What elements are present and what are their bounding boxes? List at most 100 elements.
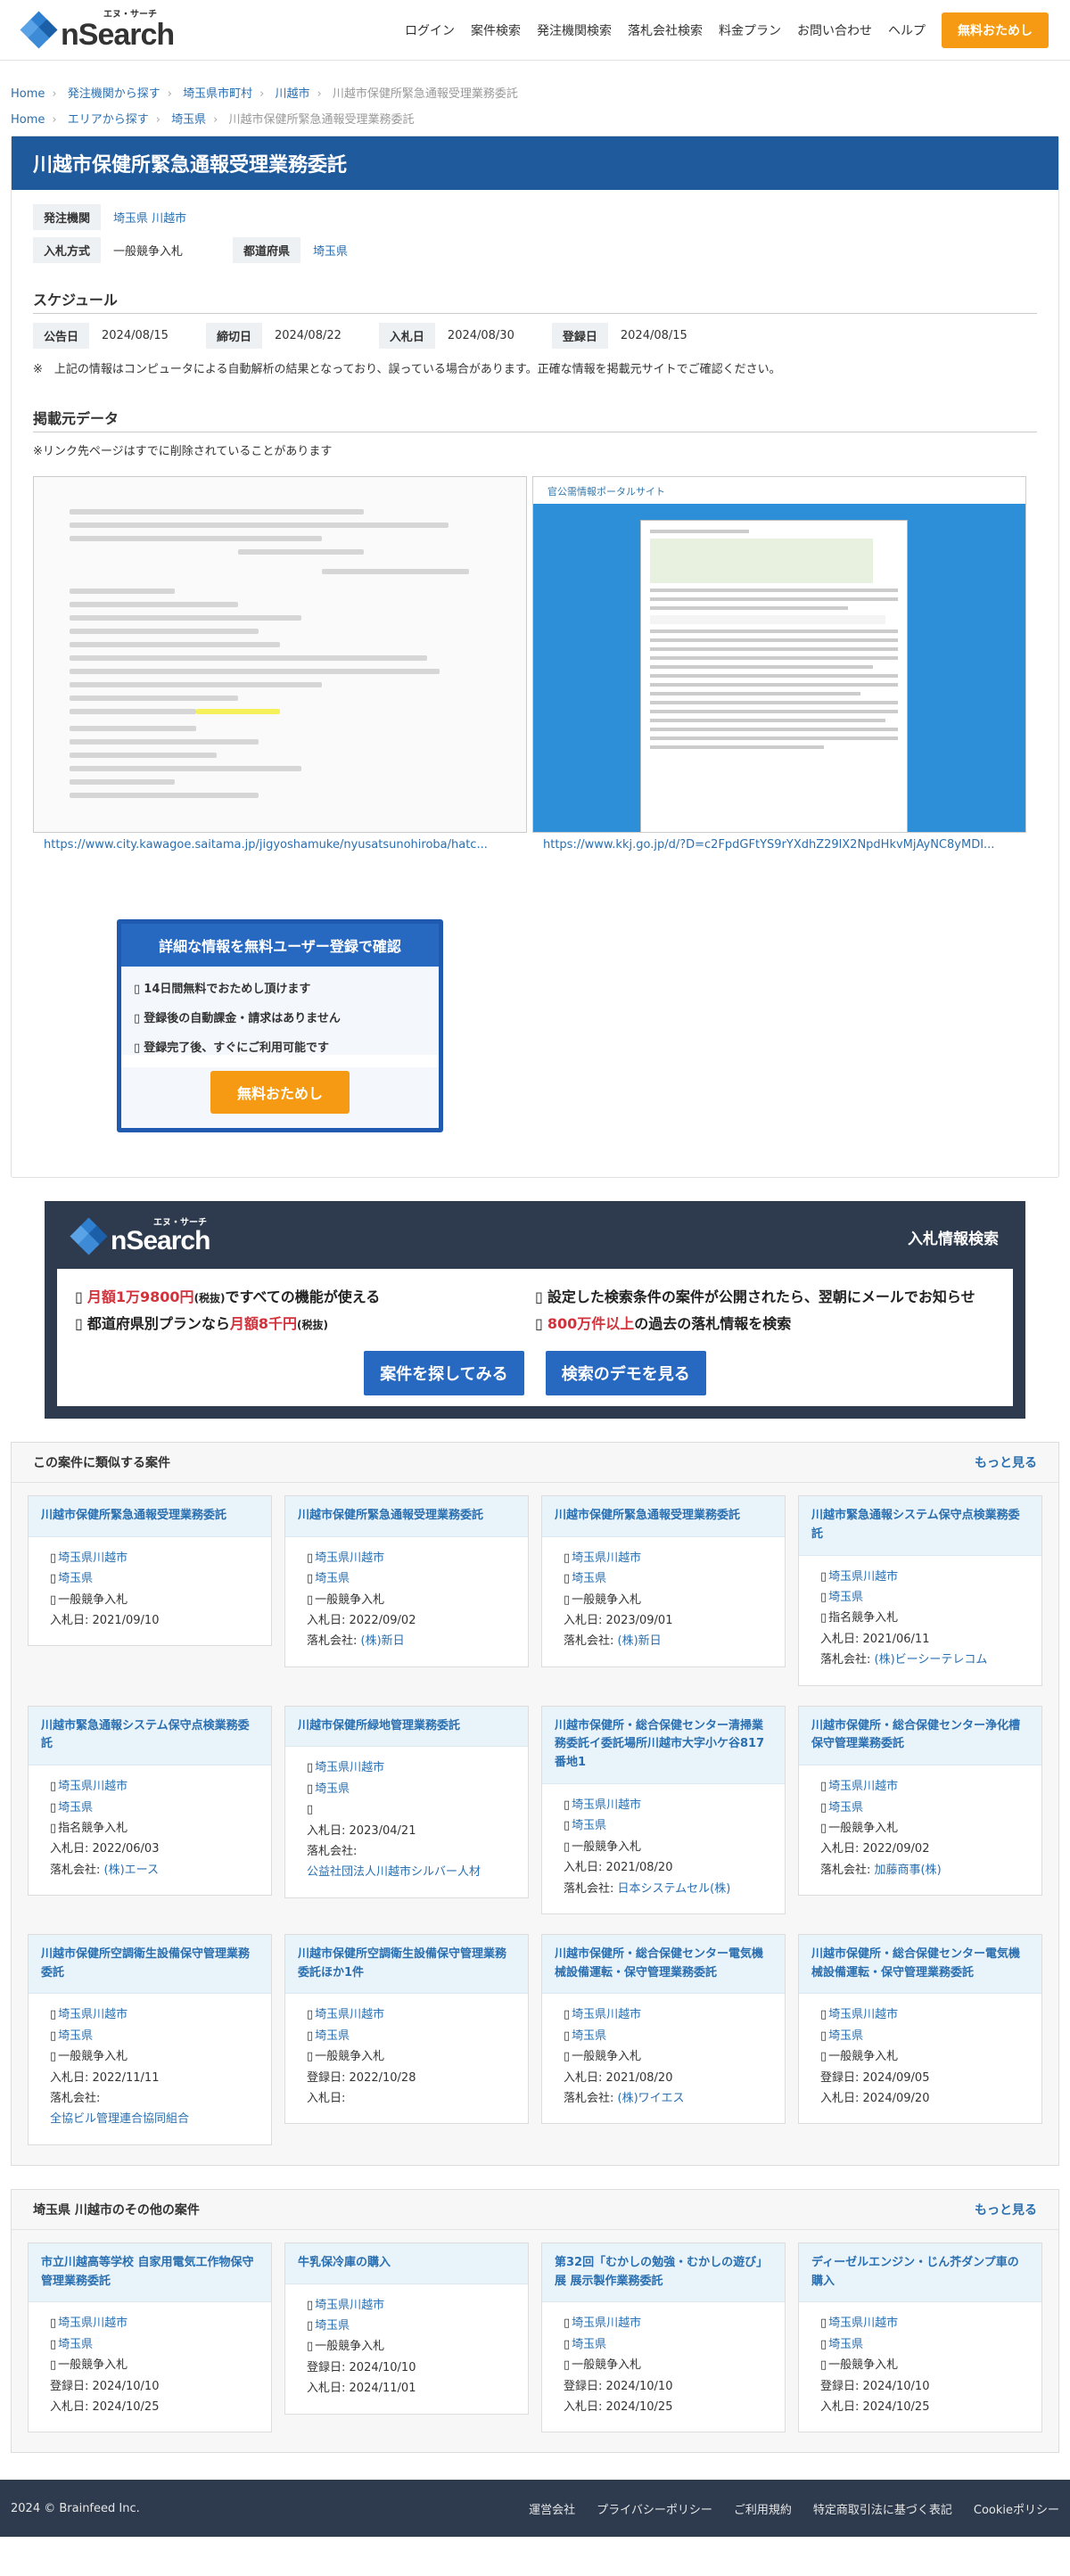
project-card[interactable]: 川越市保健所・総合保健センター電気機械設備運転・保守管理業務委託埼玉県川越市埼玉…: [798, 1933, 1042, 2125]
nav-project-search[interactable]: 案件検索: [471, 21, 521, 39]
nav-pricing[interactable]: 料金プラン: [719, 21, 781, 39]
breadcrumb-home[interactable]: Home: [11, 113, 45, 127]
winner-link[interactable]: 公益社団法人川越市シルバー人材: [307, 1865, 481, 1879]
signup-free-trial-button[interactable]: 無料おためし: [210, 1071, 350, 1114]
footer-cookie-link[interactable]: Cookieポリシー: [974, 2500, 1059, 2517]
city-link[interactable]: 埼玉県川越市: [572, 2008, 641, 2021]
pref-link[interactable]: 埼玉県: [315, 2319, 350, 2333]
winner-link[interactable]: (株)ビーシーテレコム: [875, 1653, 988, 1667]
orderer-city-link[interactable]: 川越市: [152, 209, 186, 226]
project-card[interactable]: 川越市保健所緑地管理業務委託埼玉県川越市埼玉県入札日: 2023/04/21落札…: [284, 1705, 529, 1898]
document-preview-image[interactable]: [33, 476, 527, 833]
similar-more-link[interactable]: もっと見る: [975, 1453, 1037, 1471]
footer-privacy-link[interactable]: プライバシーポリシー: [597, 2500, 712, 2517]
project-card[interactable]: 川越市保健所空調衛生設備保守管理業務委託埼玉県川越市埼玉県一般競争入札入札日: …: [28, 1933, 272, 2145]
pref-link[interactable]: 埼玉県: [315, 1572, 350, 1585]
city-link[interactable]: 埼玉県川越市: [315, 1551, 384, 1565]
find-projects-button[interactable]: 案件を探してみる: [364, 1351, 524, 1395]
website-preview-image[interactable]: 官公需情報ポータルサイト: [532, 476, 1026, 833]
project-card[interactable]: 川越市緊急通報システム保守点検業務委託埼玉県川越市埼玉県指名競争入札入札日: 2…: [798, 1495, 1042, 1686]
city-link[interactable]: 埼玉県川越市: [828, 2317, 898, 2330]
project-card[interactable]: 川越市保健所空調衛生設備保守管理業務委託ほか1件埼玉県川越市埼玉県一般競争入札登…: [284, 1933, 529, 2125]
pref-link[interactable]: 埼玉県: [58, 1801, 93, 1815]
city-link[interactable]: 埼玉県川越市: [58, 1551, 128, 1565]
pref-link[interactable]: 埼玉県: [315, 1782, 350, 1796]
project-card-title[interactable]: 第32回「むかしの勉強・むかしの遊び」展 展示製作業務委託: [542, 2243, 785, 2303]
footer-commerce-link[interactable]: 特定商取引法に基づく表記: [813, 2500, 952, 2517]
pref-link[interactable]: 埼玉県: [58, 2029, 93, 2043]
winner-link[interactable]: (株)新日: [361, 1634, 405, 1648]
project-card-title[interactable]: 牛乳保冷庫の購入: [285, 2243, 528, 2284]
project-card[interactable]: 川越市保健所緊急通報受理業務委託埼玉県川越市埼玉県一般競争入札入札日: 2021…: [28, 1495, 272, 1647]
project-card[interactable]: ディーゼルエンジン・じん芥ダンプ車の購入埼玉県川越市埼玉県一般競争入札登録日: …: [798, 2242, 1042, 2433]
project-card-title[interactable]: 川越市保健所・総合保健センター清掃業務委託イ委託場所川越市大字小ケ谷817番地1: [542, 1706, 785, 1784]
breadcrumb-saitama[interactable]: 埼玉県: [171, 113, 206, 127]
pref-link[interactable]: 埼玉県: [313, 242, 348, 259]
pref-link[interactable]: 埼玉県: [572, 2029, 606, 2043]
pref-link[interactable]: 埼玉県: [572, 1572, 606, 1585]
winner-link[interactable]: 全協ビル管理連合協同組合: [50, 2112, 189, 2126]
pref-link[interactable]: 埼玉県: [828, 1591, 863, 1604]
pref-link[interactable]: 埼玉県: [828, 2029, 863, 2043]
project-card[interactable]: 川越市緊急通報システム保守点検業務委託埼玉県川越市埼玉県指名競争入札入札日: 2…: [28, 1705, 272, 1897]
project-card-title[interactable]: 川越市緊急通報システム保守点検業務委託: [29, 1706, 271, 1766]
logo[interactable]: エヌ・サーチ nSearch: [20, 10, 175, 50]
city-link[interactable]: 埼玉県川越市: [572, 1551, 641, 1565]
project-card[interactable]: 川越市保健所・総合保健センター電気機械設備運転・保守管理業務委託埼玉県川越市埼玉…: [541, 1933, 786, 2125]
project-card-title[interactable]: 川越市保健所空調衛生設備保守管理業務委託ほか1件: [285, 1934, 528, 1995]
winner-link[interactable]: 加藤商事(株): [875, 1864, 942, 1877]
project-card-title[interactable]: 川越市保健所緊急通報受理業務委託: [29, 1496, 271, 1537]
orderer-pref-link[interactable]: 埼玉県: [113, 209, 148, 226]
winner-link[interactable]: (株)新日: [618, 1634, 662, 1648]
nav-login[interactable]: ログイン: [405, 21, 455, 39]
project-card-title[interactable]: 川越市緊急通報システム保守点検業務委託: [799, 1496, 1041, 1556]
project-card[interactable]: 川越市保健所緊急通報受理業務委託埼玉県川越市埼玉県一般競争入札入札日: 2022…: [284, 1495, 529, 1667]
project-card-title[interactable]: 川越市保健所・総合保健センター浄化槽保守管理業務委託: [799, 1706, 1041, 1766]
project-card[interactable]: 川越市保健所・総合保健センター浄化槽保守管理業務委託埼玉県川越市埼玉県一般競争入…: [798, 1705, 1042, 1897]
city-link[interactable]: 埼玉県川越市: [828, 2008, 898, 2021]
city-link[interactable]: 埼玉県川越市: [828, 1780, 898, 1793]
project-card-title[interactable]: 川越市保健所・総合保健センター電気機械設備運転・保守管理業務委託: [542, 1934, 785, 1995]
source-preview-2[interactable]: 官公需情報ポータルサイト https://www.kkj.go.jp/d/?D=…: [532, 476, 1026, 857]
city-link[interactable]: 埼玉県川越市: [315, 1761, 384, 1774]
pref-link[interactable]: 埼玉県: [572, 1819, 606, 1832]
project-card[interactable]: 市立川越高等学校 自家用電気工作物保守管理業務委託埼玉県川越市埼玉県一般競争入札…: [28, 2242, 272, 2433]
footer-terms-link[interactable]: ご利用規約: [734, 2500, 792, 2517]
source-preview-1[interactable]: https://www.city.kawagoe.saitama.jp/jigy…: [33, 476, 527, 857]
pref-link[interactable]: 埼玉県: [828, 2338, 863, 2351]
project-card[interactable]: 牛乳保冷庫の購入埼玉県川越市埼玉県一般競争入札登録日: 2024/10/10入札…: [284, 2242, 529, 2415]
city-link[interactable]: 埼玉県川越市: [572, 1798, 641, 1812]
pref-link[interactable]: 埼玉県: [572, 2338, 606, 2351]
free-trial-button[interactable]: 無料おためし: [942, 12, 1049, 48]
city-link[interactable]: 埼玉県川越市: [315, 2008, 384, 2021]
project-card-title[interactable]: 川越市保健所空調衛生設備保守管理業務委託: [29, 1934, 271, 1995]
city-link[interactable]: 埼玉県川越市: [58, 2317, 128, 2330]
footer-company-link[interactable]: 運営会社: [529, 2500, 575, 2517]
breadcrumb-home[interactable]: Home: [11, 87, 45, 101]
source-url-1[interactable]: https://www.city.kawagoe.saitama.jp/jigy…: [44, 838, 488, 852]
winner-link[interactable]: 日本システムセル(株): [618, 1882, 731, 1896]
nav-orderer-search[interactable]: 発注機関検索: [537, 21, 612, 39]
nav-help[interactable]: ヘルプ: [888, 21, 926, 39]
source-url-2[interactable]: https://www.kkj.go.jp/d/?D=c2FpdGFtYS9rY…: [543, 838, 994, 852]
nav-winner-search[interactable]: 落札会社検索: [628, 21, 703, 39]
breadcrumb-by-orderer[interactable]: 発注機関から探す: [68, 87, 160, 101]
project-card-title[interactable]: 川越市保健所緑地管理業務委託: [285, 1706, 528, 1748]
breadcrumb-kawagoe[interactable]: 川越市: [275, 87, 309, 101]
project-card-title[interactable]: 市立川越高等学校 自家用電気工作物保守管理業務委託: [29, 2243, 271, 2303]
pref-link[interactable]: 埼玉県: [828, 1801, 863, 1815]
winner-link[interactable]: (株)エース: [104, 1864, 160, 1877]
pref-link[interactable]: 埼玉県: [58, 1572, 93, 1585]
city-link[interactable]: 埼玉県川越市: [315, 2299, 384, 2312]
pref-link[interactable]: 埼玉県: [315, 2029, 350, 2043]
project-card[interactable]: 川越市保健所・総合保健センター清掃業務委託イ委託場所川越市大字小ケ谷817番地1…: [541, 1705, 786, 1914]
project-card-title[interactable]: 川越市保健所緊急通報受理業務委託: [542, 1496, 785, 1537]
project-card-title[interactable]: 川越市保健所緊急通報受理業務委託: [285, 1496, 528, 1537]
city-link[interactable]: 埼玉県川越市: [828, 1570, 898, 1584]
city-link[interactable]: 埼玉県川越市: [58, 1780, 128, 1793]
project-card[interactable]: 川越市保健所緊急通報受理業務委託埼玉県川越市埼玉県一般競争入札入札日: 2023…: [541, 1495, 786, 1667]
project-card-title[interactable]: 川越市保健所・総合保健センター電気機械設備運転・保守管理業務委託: [799, 1934, 1041, 1995]
project-card[interactable]: 第32回「むかしの勉強・むかしの遊び」展 展示製作業務委託埼玉県川越市埼玉県一般…: [541, 2242, 786, 2433]
winner-link[interactable]: (株)ワイエス: [618, 2092, 685, 2105]
nav-contact[interactable]: お問い合わせ: [797, 21, 872, 39]
